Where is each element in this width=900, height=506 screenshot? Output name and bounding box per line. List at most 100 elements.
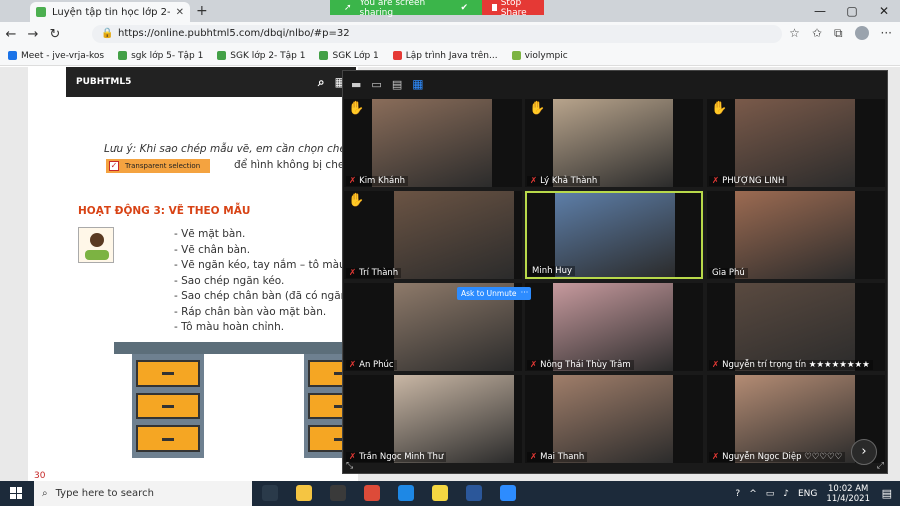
participant-video — [735, 191, 855, 279]
participant-name-label: ✗ An Phúc — [346, 360, 397, 370]
zoom-toolbar: ▬ ▭ ▤ ▦ — [343, 71, 887, 97]
profile-avatar[interactable] — [854, 26, 869, 40]
minimize-button[interactable]: — — [804, 0, 836, 22]
file-explorer-icon[interactable] — [296, 485, 312, 501]
zoom-search-icon[interactable]: ⌕ — [318, 75, 325, 90]
participant-tile[interactable]: ✋ ✗ Kim Khánh — [344, 99, 522, 187]
bookmark-item[interactable]: SGK Lớp 1 — [319, 50, 379, 61]
chevron-up-icon[interactable]: ^ — [749, 489, 757, 499]
winamp-icon[interactable] — [330, 485, 346, 501]
speaker-view-icon[interactable]: ▭ — [371, 78, 381, 91]
lock-icon: 🔒 — [101, 28, 114, 39]
bookmark-label: SGK Lớp 1 — [332, 50, 379, 61]
participant-tile[interactable]: ✗ Mai Thanh — [525, 375, 703, 463]
participant-name-label: ✗ PHƯỢNG LINH — [709, 176, 788, 186]
participant-tile[interactable]: ✗ Trần Ngọc Minh Thư — [344, 375, 522, 463]
participant-tile[interactable]: Gia Phú — [707, 191, 885, 279]
stop-share-button[interactable]: Stop Share — [482, 0, 544, 18]
back-arrow-icon[interactable]: ← — [0, 27, 22, 42]
muted-mic-icon: ✗ — [712, 176, 720, 186]
help-icon[interactable]: ? — [735, 489, 740, 499]
participant-video — [394, 191, 514, 279]
collections-icon[interactable]: ⧉ — [834, 26, 843, 41]
bookmark-item[interactable]: violympic — [511, 51, 568, 61]
edge-icon[interactable] — [398, 485, 414, 501]
reload-icon[interactable]: ↻ — [44, 27, 66, 42]
bookmark-item[interactable]: SGK lớp 2- Tập 1 — [217, 51, 305, 61]
network-icon[interactable]: ▭ — [766, 489, 775, 499]
taskbar-search[interactable]: ⌕ Type here to search — [34, 481, 252, 506]
clock-date: 11/4/2021 — [826, 493, 870, 504]
bookmark-label: SGK lớp 2- Tập 1 — [230, 50, 306, 61]
favorite-star-icon[interactable]: ☆ — [789, 26, 800, 41]
participant-video — [735, 283, 855, 371]
volume-icon[interactable]: ♪ — [783, 489, 789, 499]
participant-name: An Phúc — [359, 360, 394, 370]
participant-name-label: Gia Phú — [709, 268, 748, 278]
participant-tile[interactable]: ✗ Nguyễn trí trọng tín ★★★★★★★★ — [707, 283, 885, 371]
tab-title: Luyện tập tin học lớp 2- Tập 1 — [52, 6, 170, 18]
windows-start-icon[interactable] — [10, 487, 22, 499]
bookmark-label: sgk lớp 5- Tập 1 — [131, 50, 204, 61]
ask-to-unmute-button[interactable]: Ask to Unmute — [457, 287, 521, 300]
menu-dots-icon[interactable]: ··· — [881, 26, 892, 41]
muted-mic-icon: ✗ — [349, 360, 357, 370]
minimize-icon[interactable]: ▬ — [351, 78, 361, 91]
bookmark-item[interactable]: Lập trình Java trên... — [392, 50, 498, 61]
forward-arrow-icon[interactable]: → — [22, 27, 44, 42]
tab-close-icon[interactable]: ✕ — [176, 7, 184, 18]
resize-corner-icon[interactable]: ⤡ — [346, 461, 353, 471]
bookmark-item[interactable]: Meet - jve-vrja-kos — [8, 51, 104, 61]
sticky-notes-icon[interactable] — [432, 485, 448, 501]
page-favicon-icon — [36, 7, 46, 17]
chrome-icon[interactable] — [364, 485, 380, 501]
resize-corner-icon[interactable]: ⤢ — [877, 461, 884, 471]
participant-tile[interactable]: ✋ ✗ Lý Khả Thành — [525, 99, 703, 187]
participant-video — [735, 375, 855, 463]
participant-tile[interactable]: Minh Huy — [525, 191, 703, 279]
notification-icon[interactable]: ▤ — [882, 487, 892, 500]
participant-name-label: ✗ Lý Khả Thành — [527, 176, 601, 186]
child-illustration — [78, 227, 114, 263]
strip-view-icon[interactable]: ▤ — [392, 78, 402, 91]
gallery-view-icon[interactable]: ▦ — [412, 77, 423, 91]
bookmark-label: Lập trình Java trên... — [405, 50, 498, 61]
word-icon[interactable] — [466, 485, 482, 501]
zoom-icon[interactable] — [500, 485, 516, 501]
language-indicator[interactable]: ENG — [798, 489, 817, 499]
maximize-button[interactable]: ▢ — [836, 0, 868, 22]
more-options-button[interactable]: ··· — [518, 287, 531, 300]
ebook-page: Lưu ý: Khi sao chép mẫu vẽ, em cần chọn … — [28, 67, 409, 481]
stop-icon — [492, 4, 497, 11]
participant-tile[interactable]: ✗ Nông Thái Thùy Trâm — [525, 283, 703, 371]
share-arrow-icon: ➚ — [344, 2, 352, 13]
address-bar-row: ← → ↻ 🔒 https://online.pubhtml5.com/dbqi… — [0, 22, 900, 46]
sharing-text: You are screen sharing — [359, 0, 426, 18]
participant-name-label: ✗ Trí Thành — [346, 268, 402, 278]
bookmark-label: Meet - jve-vrja-kos — [21, 50, 105, 61]
new-tab-button[interactable]: + — [196, 3, 208, 19]
close-window-button[interactable]: ✕ — [868, 0, 900, 22]
participant-video — [735, 99, 855, 187]
participant-name-label: ✗ Nguyễn trí trọng tín ★★★★★★★★ — [709, 360, 873, 370]
participant-tile[interactable]: ✋ ✗ PHƯỢNG LINH — [707, 99, 885, 187]
browser-tab[interactable]: Luyện tập tin học lớp 2- Tập 1 ✕ — [30, 2, 190, 22]
transparent-selection-badge: ✓ Transparent selection — [106, 159, 210, 173]
bookmark-icon — [319, 51, 329, 60]
bookmark-item[interactable]: sgk lớp 5- Tập 1 — [118, 51, 203, 61]
clock[interactable]: 10:02 AM 11/4/2021 — [826, 484, 870, 504]
bookmark-icon — [511, 51, 521, 60]
muted-mic-icon: ✗ — [530, 176, 538, 186]
sharing-indicator: ➚ You are screen sharing ✔ — [330, 0, 482, 18]
system-tray: ? ^ ▭ ♪ ENG 10:02 AM 11/4/2021 — [735, 481, 870, 506]
search-placeholder: Type here to search — [55, 488, 154, 499]
desk-leg-left — [132, 354, 204, 458]
participant-tile[interactable]: ✋ ✗ Trí Thành — [344, 191, 522, 279]
raised-hand-icon: ✋ — [348, 101, 365, 116]
participant-name: Lý Khả Thành — [540, 176, 598, 186]
next-page-button[interactable]: › — [851, 439, 877, 465]
participant-name-label: ✗ Nguyễn Ngọc Diệp ♡♡♡♡♡ — [709, 452, 846, 462]
task-view-icon[interactable] — [262, 485, 278, 501]
favorites-icon[interactable]: ✩ — [812, 26, 822, 41]
url-field[interactable]: 🔒 https://online.pubhtml5.com/dbqi/nlbo/… — [92, 25, 782, 43]
